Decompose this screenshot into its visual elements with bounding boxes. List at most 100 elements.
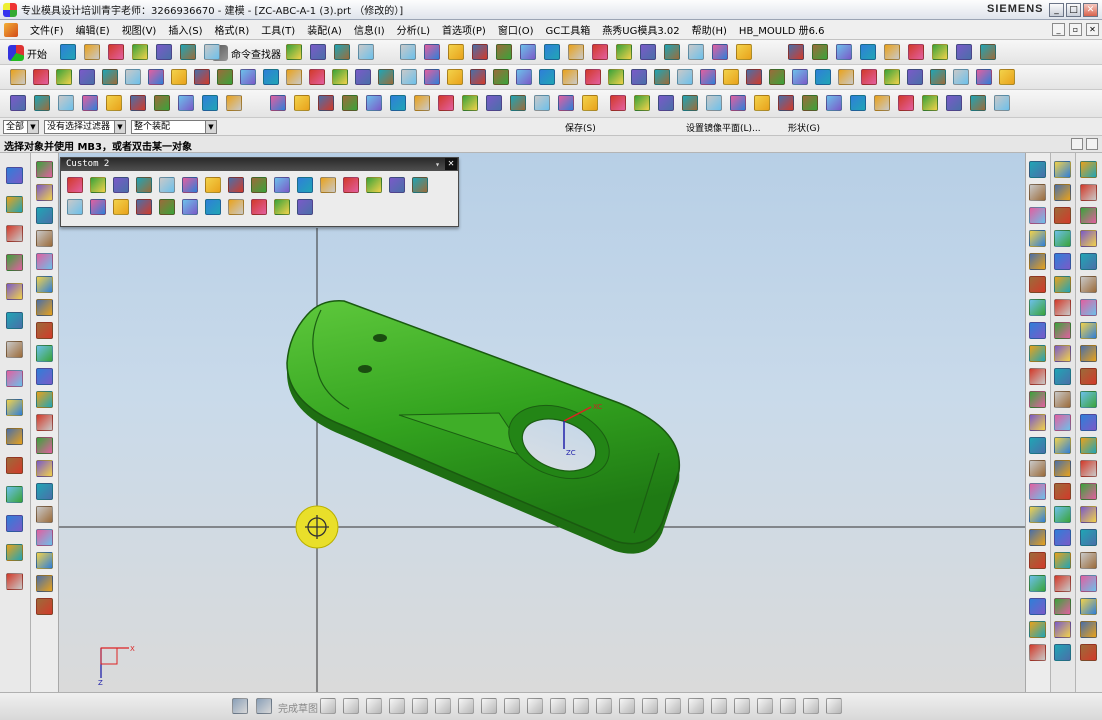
sketch-curve-tool-icon-16[interactable] [619, 698, 635, 714]
sketch-curve-icon-5[interactable] [36, 253, 53, 270]
feature-tool-icon-37[interactable] [838, 69, 854, 85]
mould-tool-icon-9[interactable] [980, 44, 996, 60]
mould-tool-icon-8[interactable] [956, 44, 972, 60]
feature-tool-icon-35[interactable] [792, 69, 808, 85]
palette-tool-icon-5[interactable] [159, 177, 175, 193]
sketch-curve-tool-icon-6[interactable] [389, 698, 405, 714]
palette-tool-icon-11[interactable] [297, 177, 313, 193]
feature-tool-icon-16[interactable] [355, 69, 371, 85]
right-tool-a-icon-12[interactable] [1029, 414, 1046, 431]
curve-tool-icon-11[interactable] [510, 95, 526, 111]
right-tool-c-icon-15[interactable] [1080, 483, 1097, 500]
right-tool-b-icon-10[interactable] [1054, 368, 1071, 385]
feature-tool-icon-14[interactable] [309, 69, 325, 85]
resource-icon-9[interactable] [6, 399, 23, 416]
resource-icon-13[interactable] [6, 515, 23, 532]
feature-tool-icon-8[interactable] [171, 69, 187, 85]
surface-tool-icon-15[interactable] [946, 95, 962, 111]
surface-tool-icon-5[interactable] [706, 95, 722, 111]
sketch-curve-tool-icon-8[interactable] [435, 698, 451, 714]
feature-tool-icon-42[interactable] [953, 69, 969, 85]
resource-icon-10[interactable] [6, 428, 23, 445]
feature-tool-icon-28[interactable] [631, 69, 647, 85]
sketch-curve-tool-icon-7[interactable] [412, 698, 428, 714]
surface-tool-icon-14[interactable] [922, 95, 938, 111]
view-tool-icon-15[interactable] [736, 44, 752, 60]
right-tool-c-icon-16[interactable] [1080, 506, 1097, 523]
curve-tool-icon-9[interactable] [462, 95, 478, 111]
feature-tool-icon-26[interactable] [585, 69, 601, 85]
sketch-curve-icon-19[interactable] [36, 575, 53, 592]
right-tool-b-icon-4[interactable] [1054, 230, 1071, 247]
sync-tool-icon-10[interactable] [226, 95, 242, 111]
sketch-curve-icon-4[interactable] [36, 230, 53, 247]
right-tool-a-icon-10[interactable] [1029, 368, 1046, 385]
cue-close-icon[interactable] [1086, 138, 1098, 150]
feature-tool-icon-23[interactable] [516, 69, 532, 85]
right-tool-a-icon-9[interactable] [1029, 345, 1046, 362]
part-pin-hole-1[interactable] [373, 334, 387, 342]
surface-tool-icon-13[interactable] [898, 95, 914, 111]
curve-tool-icon-13[interactable] [558, 95, 574, 111]
menu-help[interactable]: 帮助(H) [686, 22, 733, 37]
view-tool-icon-10[interactable] [616, 44, 632, 60]
sketch-curve-icon-2[interactable] [36, 184, 53, 201]
feature-tool-icon-27[interactable] [608, 69, 624, 85]
surface-tool-icon-17[interactable] [994, 95, 1010, 111]
feature-tool-icon-36[interactable] [815, 69, 831, 85]
curve-tool-icon-3[interactable] [318, 95, 334, 111]
feature-tool-icon-5[interactable] [102, 69, 118, 85]
snap-tool-icon-2[interactable] [310, 44, 326, 60]
mould-tool-icon-6[interactable] [908, 44, 924, 60]
assembly-scope-select[interactable]: 整个装配 ▼ [131, 120, 217, 134]
feature-tool-icon-12[interactable] [263, 69, 279, 85]
feature-tool-icon-6[interactable] [125, 69, 141, 85]
sync-tool-icon-6[interactable] [130, 95, 146, 111]
right-tool-a-icon-20[interactable] [1029, 598, 1046, 615]
surface-tool-icon-16[interactable] [970, 95, 986, 111]
palette-tool-icon-13[interactable] [343, 177, 359, 193]
feature-tool-icon-31[interactable] [700, 69, 716, 85]
cue-restore-icon[interactable] [1071, 138, 1083, 150]
right-tool-c-icon-18[interactable] [1080, 552, 1097, 569]
feature-tool-icon-11[interactable] [240, 69, 256, 85]
right-tool-c-icon-22[interactable] [1080, 644, 1097, 661]
menu-hb-mould[interactable]: HB_MOULD 册6.6 [733, 22, 831, 37]
palette-tool-icon-9[interactable] [251, 177, 267, 193]
palette-tool-icon-7[interactable] [205, 177, 221, 193]
minimize-button[interactable]: _ [1049, 3, 1064, 17]
right-tool-b-icon-1[interactable] [1054, 161, 1071, 178]
right-tool-c-icon-1[interactable] [1080, 161, 1097, 178]
sketch-curve-tool-icon-21[interactable] [734, 698, 750, 714]
right-tool-a-icon-21[interactable] [1029, 621, 1046, 638]
right-tool-c-icon-14[interactable] [1080, 460, 1097, 477]
sketch-curve-icon-11[interactable] [36, 391, 53, 408]
sketch-curve-icon-10[interactable] [36, 368, 53, 385]
palette-tool-icon-26[interactable] [274, 199, 290, 215]
command-finder-button[interactable]: 命令查找器 [212, 44, 281, 62]
surface-tool-icon-2[interactable] [634, 95, 650, 111]
standard-tool-icon-6[interactable] [180, 44, 196, 60]
palette-tool-icon-8[interactable] [228, 177, 244, 193]
right-tool-c-icon-19[interactable] [1080, 575, 1097, 592]
right-tool-c-icon-8[interactable] [1080, 322, 1097, 339]
right-tool-a-icon-11[interactable] [1029, 391, 1046, 408]
standard-tool-icon-7[interactable] [204, 44, 220, 60]
sketch-curve-icon-18[interactable] [36, 552, 53, 569]
surface-tool-icon-11[interactable] [850, 95, 866, 111]
right-tool-c-icon-2[interactable] [1080, 184, 1097, 201]
standard-tool-icon-5[interactable] [156, 44, 172, 60]
palette-tool-icon-24[interactable] [228, 199, 244, 215]
right-tool-a-icon-6[interactable] [1029, 276, 1046, 293]
resource-icon-3[interactable] [6, 225, 23, 242]
mould-tool-icon-5[interactable] [884, 44, 900, 60]
sketch-curve-icon-8[interactable] [36, 322, 53, 339]
feature-tool-icon-9[interactable] [194, 69, 210, 85]
mould-tool-icon-2[interactable] [812, 44, 828, 60]
feature-tool-icon-7[interactable] [148, 69, 164, 85]
right-tool-a-icon-1[interactable] [1029, 161, 1046, 178]
sync-tool-icon-5[interactable] [106, 95, 122, 111]
custom-2-palette[interactable]: Custom 2 ▾ ✕ [60, 157, 459, 227]
right-tool-a-icon-19[interactable] [1029, 575, 1046, 592]
surface-tool-icon-6[interactable] [730, 95, 746, 111]
